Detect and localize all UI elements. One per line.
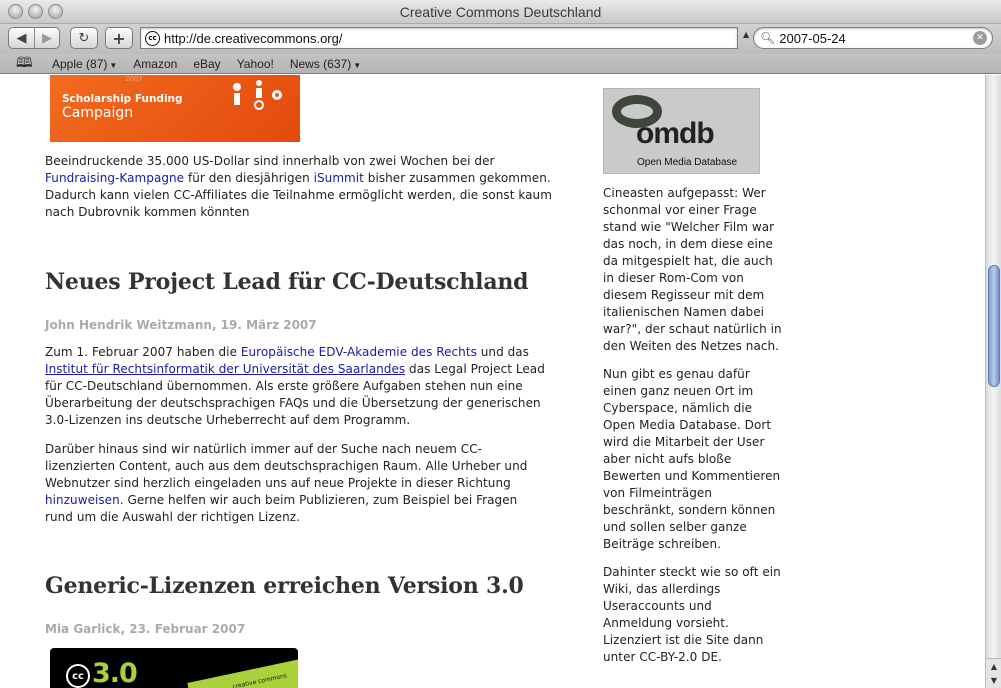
page-content: 2007 Scholarship Funding Campaign Beeind… bbox=[0, 75, 985, 688]
scroll-down-icon[interactable]: ▼ bbox=[991, 676, 997, 685]
post-title[interactable]: Neues Project Lead für CC-Deutschland bbox=[45, 269, 565, 295]
reload-button[interactable]: ↻ bbox=[70, 27, 98, 49]
back-button[interactable]: ◀ bbox=[9, 28, 34, 48]
search-icon[interactable]: 🔍︎ bbox=[760, 31, 775, 45]
scholarship-banner-image[interactable]: 2007 Scholarship Funding Campaign bbox=[50, 75, 300, 142]
bookmark-amazon[interactable]: Amazon bbox=[133, 57, 177, 71]
cc-logo-icon: cc bbox=[66, 664, 90, 688]
title-bar: Creative Commons Deutschland bbox=[0, 0, 1001, 24]
add-bookmark-button[interactable]: + bbox=[105, 27, 133, 49]
plus-icon: + bbox=[112, 28, 126, 48]
sidebar-paragraph-3: Dahinter steckt wie so oft ein Wiki, das… bbox=[603, 565, 781, 664]
sidebar-paragraph-2: Nun gibt es genau dafür einen ganz neuen… bbox=[603, 367, 781, 551]
address-input[interactable]: http://de.creativecommons.org/ bbox=[164, 31, 342, 46]
bookmark-news[interactable]: News (637) ▼ bbox=[290, 57, 361, 71]
eedv-link[interactable]: Europäische EDV-Akademie des Rechts bbox=[241, 345, 477, 359]
post2-paragraph-2: Darüber hinaus sind wir natürlich immer … bbox=[45, 442, 528, 524]
address-bar[interactable]: cc http://de.creativecommons.org/ bbox=[140, 27, 738, 49]
browser-toolbar: ◀ ▶ ↻ + cc http://de.creativecommons.org… bbox=[0, 24, 1001, 54]
bookmark-ebay[interactable]: eBay bbox=[193, 57, 220, 71]
post-byline: Mia Garlick, 23. Februar 2007 bbox=[45, 622, 246, 636]
post-title[interactable]: Generic-Lizenzen erreichen Version 3.0 bbox=[45, 573, 565, 599]
people-icon bbox=[233, 80, 282, 110]
bookmark-apple[interactable]: Apple (87) ▼ bbox=[52, 57, 117, 71]
reload-icon: ↻ bbox=[78, 30, 90, 46]
sidebar-paragraph-1: Cineasten aufgepasst: Wer schonmal vor e… bbox=[603, 186, 782, 353]
hinzuweisen-link[interactable]: hinzuweisen bbox=[45, 493, 120, 507]
forward-button[interactable]: ▶ bbox=[33, 28, 59, 48]
search-field[interactable]: 🔍︎ 2007-05-24 ✕ bbox=[753, 27, 993, 49]
scroll-up-icon[interactable]: ▲ bbox=[991, 662, 997, 671]
forward-arrow-icon: ▶ bbox=[41, 30, 52, 46]
vertical-scrollbar[interactable]: ▲ ▼ bbox=[985, 75, 1001, 688]
bookmarks-book-icon[interactable]: 🕮︎ bbox=[16, 52, 36, 76]
menu-arrow-icon: ▼ bbox=[109, 60, 118, 70]
isummit-link[interactable]: iSummit bbox=[314, 171, 364, 185]
post2-paragraph-1: Zum 1. Februar 2007 haben die Europäisch… bbox=[45, 345, 545, 427]
back-forward-buttons: ◀ ▶ bbox=[8, 27, 60, 49]
post-byline: John Hendrik Weitzmann, 19. März 2007 bbox=[45, 318, 317, 332]
bookmark-yahoo[interactable]: Yahoo! bbox=[237, 57, 274, 71]
window-title: Creative Commons Deutschland bbox=[399, 4, 602, 20]
search-input[interactable]: 2007-05-24 bbox=[779, 31, 973, 46]
cc30-banner-image[interactable]: cc 3.0 creative commons bbox=[50, 648, 298, 688]
clear-search-icon[interactable]: ✕ bbox=[973, 31, 987, 45]
cc-favicon-icon: cc bbox=[145, 30, 160, 46]
scrollbar-thumb[interactable] bbox=[988, 265, 1000, 387]
menu-arrow-icon: ▼ bbox=[353, 60, 362, 70]
ifrui-link[interactable]: Institut für Rechtsinformatik der Univer… bbox=[45, 362, 405, 376]
fundraising-link[interactable]: Fundraising-Kampagne bbox=[45, 171, 184, 185]
scroll-arrows[interactable]: ▲ ▼ bbox=[986, 658, 1001, 688]
bookmarks-bar: 🕮︎ Apple (87) ▼ Amazon eBay Yahoo! News (… bbox=[0, 54, 1001, 74]
omdb-logo-image[interactable]: omdb Open Media Database bbox=[603, 88, 760, 174]
back-arrow-icon: ◀ bbox=[16, 30, 27, 46]
post1-paragraph: Beeindruckende 35.000 US-Dollar sind inn… bbox=[45, 154, 552, 219]
address-dropdown-icon[interactable]: ▲ bbox=[743, 30, 749, 39]
